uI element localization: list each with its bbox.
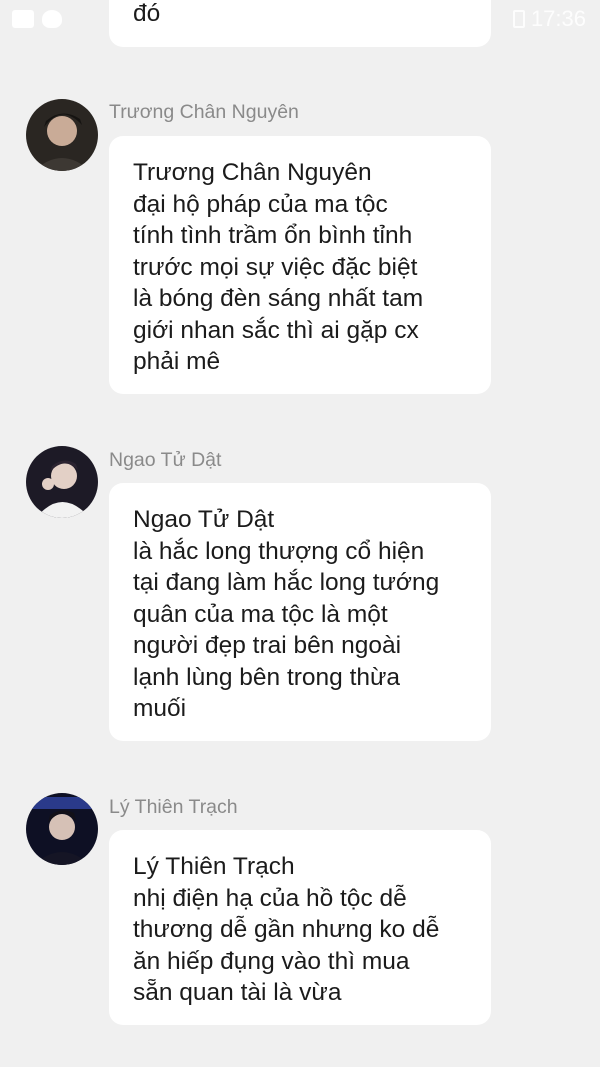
message-line: là bóng đèn sáng nhất tam [133,285,424,312]
message-bubble: đó [109,0,491,47]
message-line: là hắc long thượng cổ hiện [133,537,425,565]
avatar-image-icon [26,446,98,518]
status-right: 17:36 [512,6,586,32]
message-bubble: Lý Thiên Trạch nhị điện hạ của hồ tộc dễ… [109,830,491,1025]
message-line: tính tình trầm ổn bình tỉnh [133,222,413,249]
message-line: ăn hiếp đụng vào thì mua [133,947,410,975]
sender-name: Lý Thiên Trạch [109,796,238,818]
message-line: giới nhan sắc thì ai gặp cx [133,316,419,344]
avatar[interactable] [26,99,98,171]
message-line: muối [133,695,187,722]
sender-name: Ngao Tử Dật [109,449,222,471]
message-line: Ngao Tử Dật [133,506,275,533]
message-bubble: Trương Chân Nguyên đại hộ pháp của ma tộ… [109,136,491,394]
message-line: trước mọi sự việc đặc biệt [133,253,418,281]
mail-icon [12,10,34,28]
message-line: lạnh lùng bên trong thừa [133,663,401,691]
message-line: đại hộ pháp của ma tộc [133,190,388,218]
message-line: Trương Chân Nguyên [133,159,372,186]
message-line: sẵn quan tài là vừa [133,979,342,1006]
avatar-image-icon [26,793,98,865]
message-line: đó [133,0,161,27]
message-bubble: Ngao Tử Dật là hắc long thượng cổ hiện t… [109,483,491,741]
message-line: nhị điện hạ của hồ tộc dễ [133,884,407,912]
avatar[interactable] [26,446,98,518]
bird-icon [42,10,62,28]
notification-icons [12,10,62,28]
status-time: 17:36 [530,6,586,31]
avatar-image-icon [26,99,98,171]
avatar[interactable] [26,793,98,865]
message-line: phải mê [133,348,221,375]
battery-icon [512,10,525,28]
message-line: thương dễ gần nhưng ko dễ [133,916,440,943]
message-line: quân của ma tộc là một [133,600,388,628]
message-line: tại đang làm hắc long tướng [133,569,440,596]
message-line: người đẹp trai bên ngoài [133,632,402,659]
message-line: Lý Thiên Trạch [133,853,295,880]
sender-name: Trương Chân Nguyên [109,101,299,123]
